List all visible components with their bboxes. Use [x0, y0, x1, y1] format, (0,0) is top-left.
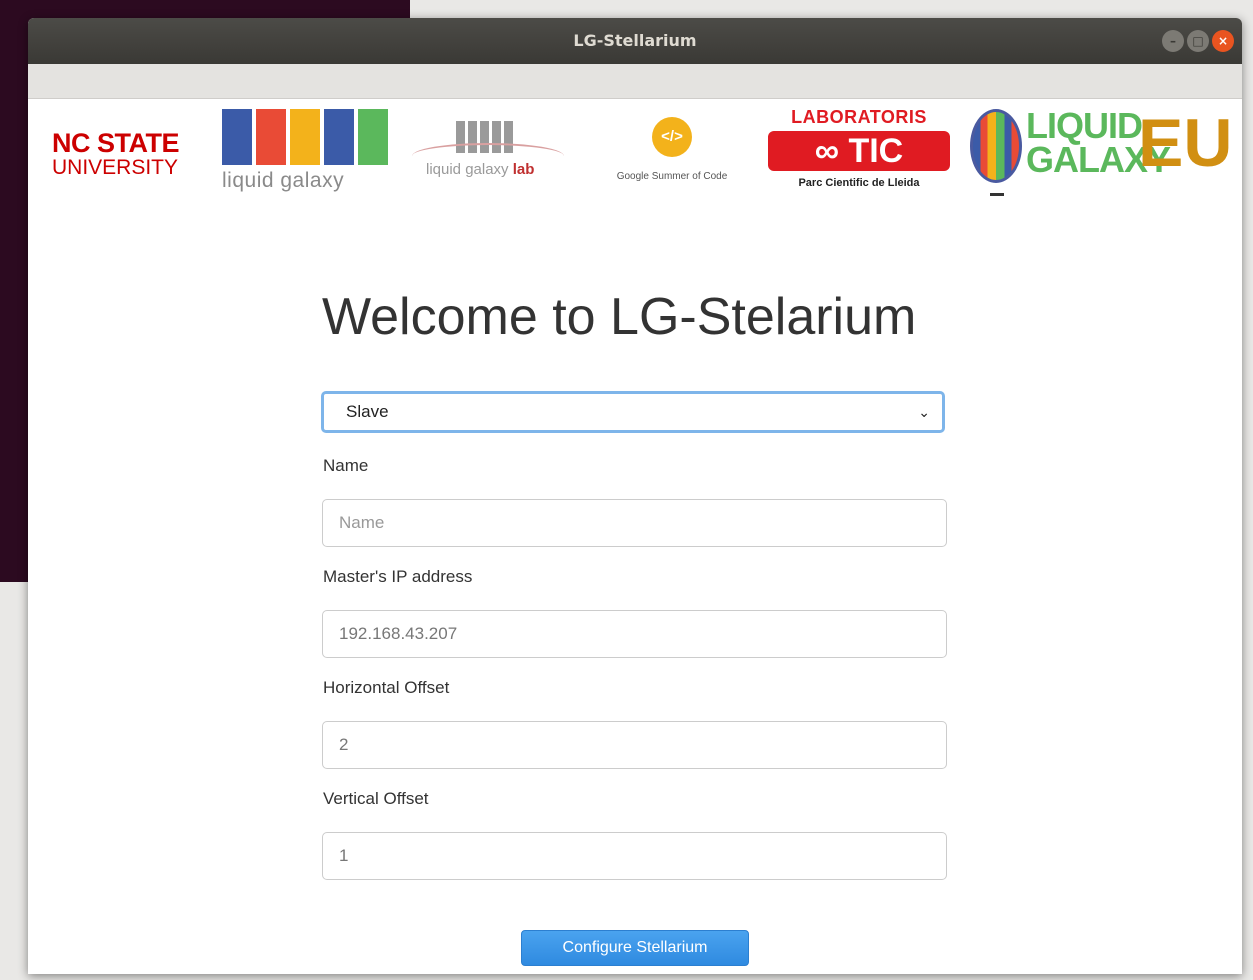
close-icon[interactable]: ×	[1212, 30, 1234, 52]
liquid-galaxy-logo-text: liquid galaxy	[222, 169, 345, 192]
hoffset-label: Horizontal Offset	[323, 678, 450, 697]
liquid-galaxy-eu-logo: LIQUID GALAXY EU	[970, 105, 1232, 197]
ncstate-logo-line2: UNIVERSITY	[52, 156, 179, 179]
tic-logo-line1: LABORATORIS	[791, 107, 927, 127]
name-label: Name	[323, 456, 369, 475]
voffset-label: Vertical Offset	[323, 789, 429, 808]
ncstate-logo-line1: NC STATE	[52, 128, 180, 158]
tic-logo-line3: Parc Cientific de Lleida	[798, 177, 920, 189]
ip-field[interactable]: 192.168.43.207	[322, 610, 947, 658]
liquid-galaxy-lab-text: liquid galaxy lab	[426, 161, 535, 178]
page-content: NC STATE UNIVERSITY liquid galaxy liquid…	[28, 99, 1242, 974]
page-title: Welcome to LG-Stelarium	[322, 288, 917, 346]
window-controls: – □ ×	[1162, 30, 1234, 52]
menu-bar	[28, 64, 1242, 99]
mode-select-value: Slave	[346, 402, 389, 421]
logo-strip: NC STATE UNIVERSITY liquid galaxy liquid…	[28, 99, 1242, 209]
gsoc-logo-text: Google Summer of Code	[616, 171, 728, 182]
ip-label: Master's IP address	[323, 567, 473, 586]
tic-logo-box: ∞ TIC	[768, 131, 950, 171]
liquid-galaxy-logo: liquid galaxy	[222, 107, 388, 193]
vertical-offset-field[interactable]: 1	[322, 832, 947, 880]
configure-button[interactable]: Configure Stellarium	[521, 930, 749, 966]
gsoc-logo: </> Google Summer of Code	[602, 117, 742, 182]
app-window: LG-Stellarium – □ × NC STATE UNIVERSITY	[28, 18, 1242, 974]
ncstate-logo: NC STATE UNIVERSITY	[52, 128, 180, 179]
mode-select[interactable]: Slave ⌄	[321, 391, 945, 433]
globe-icon	[970, 109, 1022, 183]
name-field[interactable]: Name	[322, 499, 947, 547]
horizontal-offset-field[interactable]: 2	[322, 721, 947, 769]
desktop-strip	[410, 0, 1253, 14]
tic-logo: LABORATORIS ∞ TIC Parc Cientific de Llei…	[768, 107, 950, 189]
lgeu-logo-eu: EU	[1138, 105, 1233, 181]
gsoc-sun-icon: </>	[652, 117, 692, 157]
chevron-down-icon: ⌄	[918, 404, 930, 420]
maximize-icon[interactable]: □	[1187, 30, 1209, 52]
window-title: LG-Stellarium	[573, 31, 697, 50]
minimize-icon[interactable]: –	[1162, 30, 1184, 52]
title-bar[interactable]: LG-Stellarium – □ ×	[28, 18, 1242, 64]
